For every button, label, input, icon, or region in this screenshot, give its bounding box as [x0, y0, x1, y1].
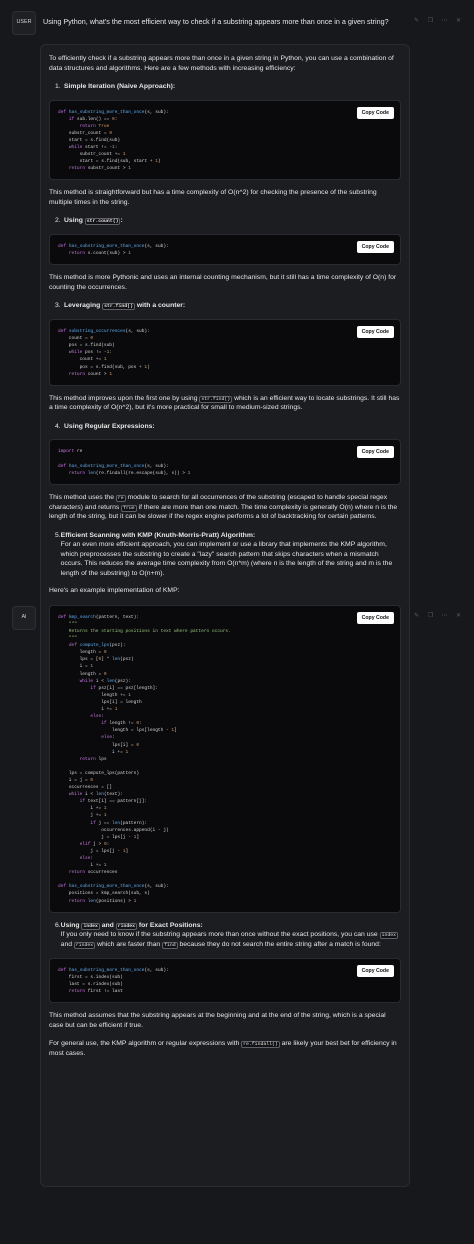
method-6-text: If you only need to know if the substrin…: [60, 931, 398, 950]
copy-code-button[interactable]: Copy Code: [356, 446, 394, 459]
method-2-heading: 2. Using str.count():: [55, 217, 123, 226]
method-6-heading: 6. Using index and rindex for Exact Posit…: [55, 921, 401, 950]
delete-icon[interactable]: ✕: [455, 18, 462, 25]
method-1-heading: 1. Simple Iteration (Naive Approach):: [55, 83, 176, 91]
user-avatar: USER: [12, 11, 36, 35]
code-block: Copy Code def has_substring_more_than_onc…: [49, 99, 401, 181]
intro-text: To efficiently check if a substring appe…: [49, 55, 394, 72]
code-block: Copy Code def kmp_search(pattern, text): …: [49, 604, 401, 913]
user-message: Using Python, what's the most efficient …: [43, 17, 389, 26]
edit-icon[interactable]: ✎: [413, 18, 420, 25]
copy-code-button[interactable]: Copy Code: [356, 964, 394, 977]
copy-code-button[interactable]: Copy Code: [356, 106, 394, 119]
outro-text: For general use, the KMP algorithm or re…: [49, 1040, 397, 1057]
code-block: Copy Code def has_substring_more_than_onc…: [49, 957, 401, 1004]
method-3-heading: 3. Leveraging str.find() with a counter:: [55, 302, 186, 311]
ai-actions: ✎ ❐ ⋯ ✕: [413, 613, 462, 620]
method-5-heading: 5. Efficient Scanning with KMP (Knuth-Mor…: [55, 531, 393, 577]
ai-response: To efficiently check if a substring appe…: [40, 44, 410, 1187]
user-actions: ✎ ❐ ⋯ ✕: [413, 18, 462, 25]
copy-code-button[interactable]: Copy Code: [356, 326, 394, 339]
more-icon[interactable]: ⋯: [441, 18, 448, 25]
ai-avatar: AI: [12, 606, 36, 630]
code-block: Copy Code def substring_occurrences(s, su…: [49, 319, 401, 386]
edit-icon[interactable]: ✎: [413, 613, 420, 620]
copy-icon[interactable]: ❐: [427, 18, 434, 25]
code-block: Copy Code def has_substring_more_than_onc…: [49, 234, 401, 266]
method-2-explanation: This method is more Pythonic and uses an…: [49, 274, 397, 291]
copy-code-button[interactable]: Copy Code: [356, 611, 394, 624]
method-6-explanation: This method assumes that the substring a…: [49, 1012, 386, 1029]
code-block: Copy Code import re def has_substring_mor…: [49, 439, 401, 485]
method-3-explanation: This method improves upon the first one …: [49, 394, 400, 412]
method-4-heading: 4. Using Regular Expressions:: [55, 422, 155, 430]
copy-code-button[interactable]: Copy Code: [356, 241, 394, 254]
method-4-explanation: This method uses the re module to search…: [49, 493, 398, 521]
kmp-intro: Here's an example implementation of KMP:: [49, 587, 180, 595]
delete-icon[interactable]: ✕: [455, 613, 462, 620]
method-1-explanation: This method is straightforward but has a…: [49, 189, 377, 206]
user-message-row: USER Using Python, what's the most effic…: [12, 11, 464, 35]
copy-icon[interactable]: ❐: [427, 613, 434, 620]
more-icon[interactable]: ⋯: [441, 613, 448, 620]
